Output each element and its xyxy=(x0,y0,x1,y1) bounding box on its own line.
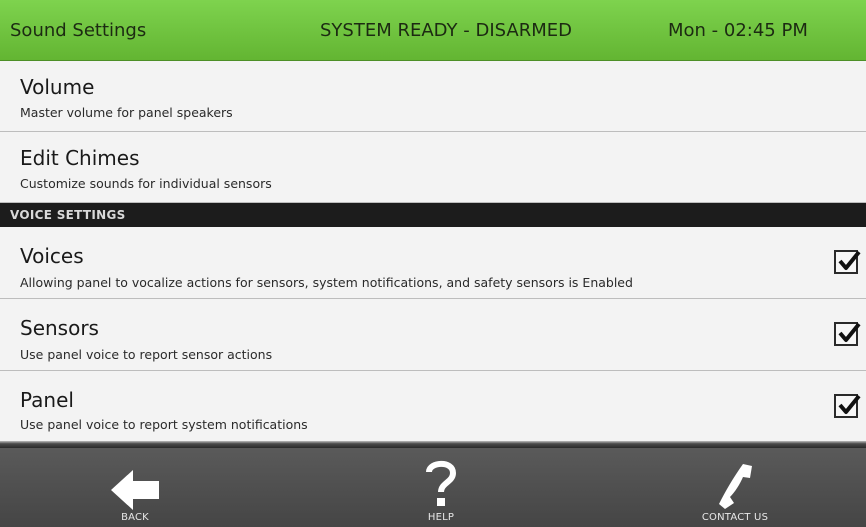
edit-chimes-item[interactable]: Edit Chimes Customize sounds for individ… xyxy=(0,132,866,203)
section-header-label: VOICE SETTINGS xyxy=(10,208,126,222)
bottom-nav: BACK HELP CONTACT US xyxy=(0,448,866,527)
sensors-title: Sensors xyxy=(20,316,99,340)
help-button[interactable]: HELP xyxy=(371,448,511,527)
system-status: SYSTEM READY - DISARMED xyxy=(320,20,572,41)
volume-item[interactable]: Volume Master volume for panel speakers xyxy=(0,61,866,132)
checkmark-icon xyxy=(838,322,861,342)
panel-subtitle: Use panel voice to report system notific… xyxy=(20,417,308,432)
sensors-subtitle: Use panel voice to report sensor actions xyxy=(20,347,273,362)
panel-checkbox[interactable] xyxy=(834,394,861,418)
left-arrow-icon xyxy=(111,470,159,510)
voices-checkbox[interactable] xyxy=(834,250,861,274)
back-label: BACK xyxy=(121,512,149,523)
voices-item[interactable]: Voices Allowing panel to vocalize action… xyxy=(0,227,866,299)
contact-us-button[interactable]: CONTACT US xyxy=(665,448,805,527)
page-title: Sound Settings xyxy=(10,20,147,41)
voices-subtitle: Allowing panel to vocalize actions for s… xyxy=(20,275,633,290)
volume-title: Volume xyxy=(20,75,95,99)
help-label: HELP xyxy=(427,512,455,523)
phone-icon xyxy=(719,464,752,509)
panel-title: Panel xyxy=(20,388,74,412)
edit-chimes-title: Edit Chimes xyxy=(20,146,140,170)
checkmark-icon xyxy=(838,394,861,414)
back-button[interactable]: BACK xyxy=(65,448,205,527)
sensors-item[interactable]: Sensors Use panel voice to report sensor… xyxy=(0,299,866,371)
date-time: Mon - 02:45 PM xyxy=(668,20,808,41)
voices-title: Voices xyxy=(20,244,84,268)
footer-divider xyxy=(0,441,866,448)
question-mark-icon xyxy=(426,460,457,506)
voice-settings-header: VOICE SETTINGS xyxy=(0,203,866,227)
volume-subtitle: Master volume for panel speakers xyxy=(20,105,233,120)
status-bar: Sound Settings SYSTEM READY - DISARMED M… xyxy=(0,0,866,61)
panel-item[interactable]: Panel Use panel voice to report system n… xyxy=(0,371,866,441)
sensors-checkbox[interactable] xyxy=(834,322,861,346)
checkmark-icon xyxy=(838,250,861,270)
contact-us-label: CONTACT US xyxy=(701,512,769,523)
edit-chimes-subtitle: Customize sounds for individual sensors xyxy=(20,176,272,191)
